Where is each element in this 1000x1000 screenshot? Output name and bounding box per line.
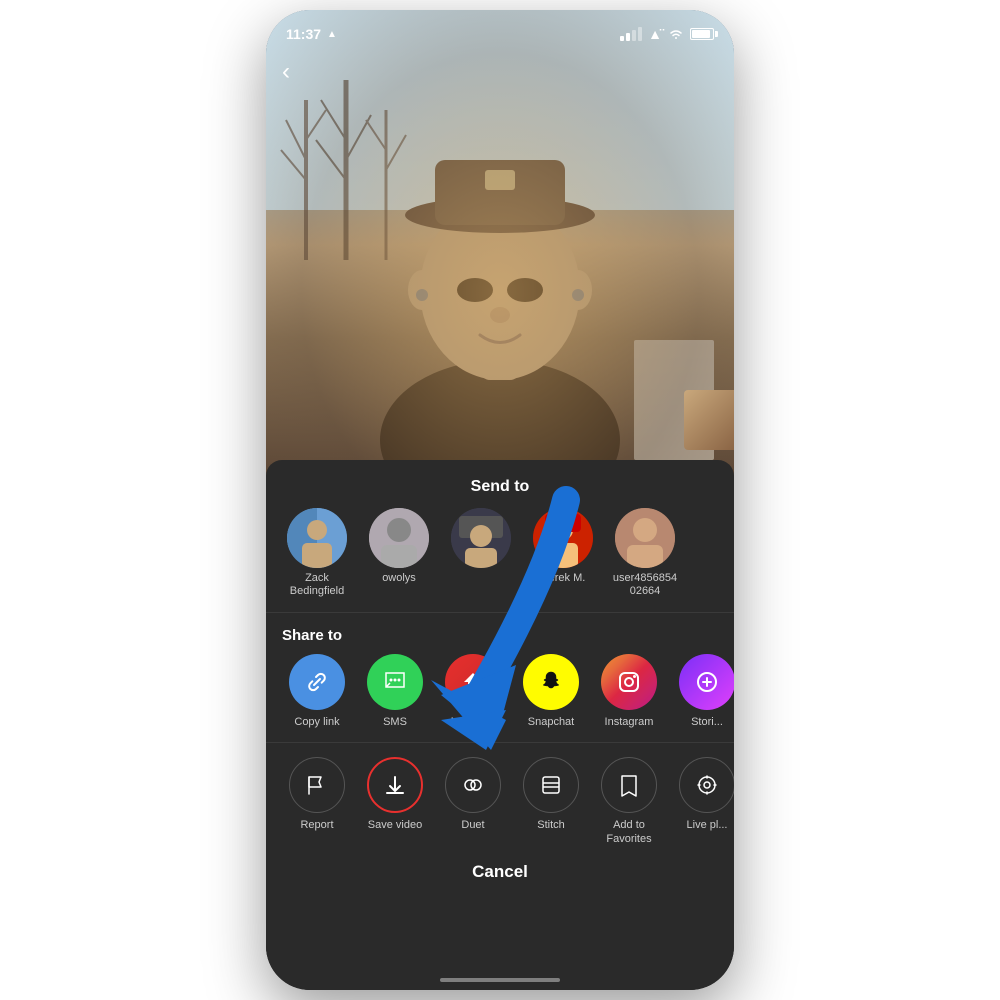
snapchat-svg: [538, 669, 564, 695]
favorites-svg: [617, 773, 641, 797]
share-row: Copy link SMS: [266, 654, 734, 728]
contact-owolys-name: owolys: [382, 572, 416, 585]
wifi-icon-svg: [668, 28, 684, 40]
sms-icon: [367, 654, 423, 710]
contacts-row: Zack Bedingfield owolys: [266, 508, 734, 598]
battery-icon: [690, 28, 714, 40]
avatar-third: [451, 508, 511, 568]
snapchat-icon: [523, 654, 579, 710]
stories-label: Stori...: [691, 716, 723, 728]
avatar-user-img: [615, 508, 675, 568]
video-overlay: [266, 10, 734, 480]
avatar-derek: [533, 508, 593, 568]
instagram-label: Instagram: [605, 716, 654, 728]
liveph-icon: [679, 757, 734, 813]
cancel-button[interactable]: Cancel: [266, 846, 734, 890]
avatar-user: [615, 508, 675, 568]
favorites-label: Add to Favorites: [594, 819, 664, 845]
battery-fill: [692, 30, 710, 38]
avatar-zack: [287, 508, 347, 568]
stitch-svg: [539, 773, 563, 797]
contact-third[interactable]: [446, 508, 516, 598]
instagram-icon: [601, 654, 657, 710]
liveph-label: Live pl...: [687, 819, 728, 832]
stitch-icon: [523, 757, 579, 813]
contact-zack[interactable]: Zack Bedingfield: [282, 508, 352, 598]
share-instagram[interactable]: Instagram: [594, 654, 664, 728]
stitch-label: Stitch: [537, 819, 565, 832]
status-time: 11:37: [286, 26, 321, 42]
corner-avatar-inner: [684, 390, 734, 450]
bar2: [626, 33, 630, 41]
contact-user[interactable]: user4856854 02664: [610, 508, 680, 598]
action-stitch[interactable]: Stitch: [516, 757, 586, 845]
copy-link-label: Copy link: [294, 716, 339, 728]
avatar-third-img: [451, 508, 511, 568]
contact-derek[interactable]: Derek M.: [528, 508, 598, 598]
bar3: [632, 30, 636, 41]
action-favorites[interactable]: Add to Favorites: [594, 757, 664, 845]
duet-label: Duet: [461, 819, 484, 832]
avatar-owolys-img: [369, 508, 429, 568]
report-label: Report: [300, 819, 333, 832]
save-video-svg: [383, 773, 407, 797]
stories-icon: [679, 654, 734, 710]
share-to-title: Share to: [266, 627, 734, 654]
message-svg: [460, 669, 486, 695]
message-icon: [445, 654, 501, 710]
contact-zack-name: Zack Bedingfield: [282, 572, 352, 598]
report-svg: [305, 773, 329, 797]
link-svg: [304, 669, 330, 695]
send-to-title: Send to: [266, 460, 734, 508]
action-liveph[interactable]: Live pl...: [672, 757, 734, 845]
share-message[interactable]: Message: [438, 654, 508, 728]
avatar-zack-img: [287, 508, 347, 568]
action-report[interactable]: Report: [282, 757, 352, 845]
bottom-sheet: Send to Zack Bedingfield: [266, 460, 734, 990]
duet-svg: [461, 773, 485, 797]
save-video-label: Save video: [368, 819, 422, 832]
sms-label: SMS: [383, 716, 407, 728]
duet-icon: [445, 757, 501, 813]
status-bar: 11:37 ▲ ▲̈: [266, 10, 734, 50]
contact-owolys[interactable]: owolys: [364, 508, 434, 598]
stories-svg: [694, 669, 720, 695]
favorites-icon: [601, 757, 657, 813]
sms-svg: [382, 669, 408, 695]
back-button[interactable]: ‹: [282, 58, 290, 86]
video-area: [266, 10, 734, 480]
avatar-owolys: [369, 508, 429, 568]
divider-1: [266, 612, 734, 613]
avatar-derek-img: [533, 508, 593, 568]
snapchat-label: Snapchat: [528, 716, 574, 728]
wifi-icon: ▲̈: [648, 26, 662, 42]
status-icons: ▲̈: [620, 26, 714, 42]
action-savevideo[interactable]: Save video: [360, 757, 430, 845]
share-snapchat[interactable]: Snapchat: [516, 654, 586, 728]
location-arrow: ▲: [327, 29, 337, 40]
corner-avatar: [684, 390, 734, 450]
save-video-icon: [367, 757, 423, 813]
bar4: [638, 27, 642, 41]
divider-2: [266, 742, 734, 743]
actions-row: Report Save video Duet: [266, 757, 734, 845]
copy-link-icon: [289, 654, 345, 710]
home-indicator: [440, 978, 560, 982]
share-copylink[interactable]: Copy link: [282, 654, 352, 728]
report-icon: [289, 757, 345, 813]
signal-bars: [620, 27, 642, 41]
phone-frame: 11:37 ▲ ▲̈: [266, 10, 734, 990]
instagram-svg: [616, 669, 642, 695]
message-label: Message: [451, 716, 496, 728]
share-stories[interactable]: Stori...: [672, 654, 734, 728]
contact-derek-name: Derek M.: [541, 572, 586, 585]
share-sms[interactable]: SMS: [360, 654, 430, 728]
bar1: [620, 36, 624, 41]
liveph-svg: [695, 773, 719, 797]
contact-user-name: user4856854 02664: [610, 572, 680, 598]
action-duet[interactable]: Duet: [438, 757, 508, 845]
